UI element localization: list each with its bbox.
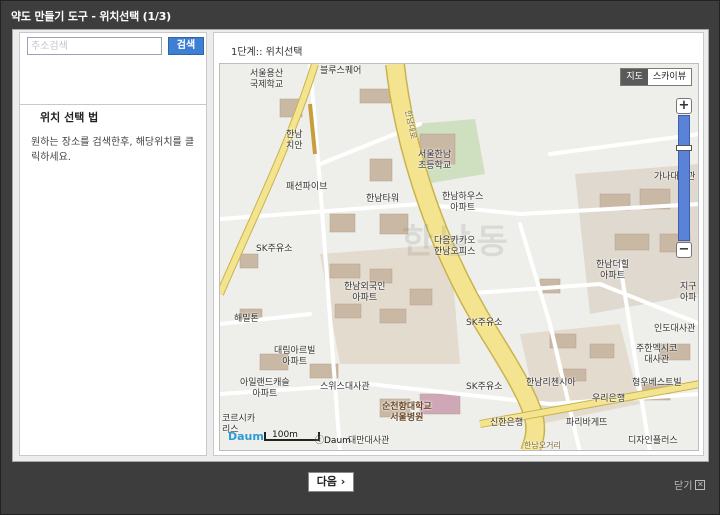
step-title: 1단계:: 위치선택 xyxy=(231,47,303,58)
map-label-mexico: 주한멕시코 대사관 xyxy=(636,344,678,365)
map-label-sk-low: SK주유소 xyxy=(466,382,503,392)
map-label-haeiltong: 해밀톤 xyxy=(234,314,259,324)
map-scale-label: 100m xyxy=(272,430,298,440)
map-label-hannam-house: 한남하우스 아파트 xyxy=(442,192,484,213)
window-title: 약도 만들기 도구 - 위치선택 (1/3) xyxy=(11,10,172,23)
right-panel: 1단계:: 위치선택 한남동 서울용산 국제학교 블루스퀘어 한남 치안 서울한… xyxy=(213,32,704,456)
map-label-island: 아일랜드캐슬 아파트 xyxy=(240,378,290,399)
map-label-sk-mid: SK주유소 xyxy=(466,318,503,328)
map-label-hannam-foreign: 한남외국인 아파트 xyxy=(344,282,386,303)
search-result-area xyxy=(20,61,206,105)
map-label-design-plus: 디자인플러스 xyxy=(628,436,678,446)
close-button[interactable]: 닫기 ✕ xyxy=(674,477,706,492)
map-label-hannam-tower: 한남타워 xyxy=(366,194,400,204)
left-panel: 검색 위치 선택 법 원하는 장소를 검색한후, 해당위치를 클릭하세요. xyxy=(19,32,207,456)
map-type-toggle: 지도 스카이뷰 xyxy=(620,68,692,86)
zoom-slider-track[interactable] xyxy=(678,115,690,241)
map-label-jigu: 지구 아파 xyxy=(680,282,697,303)
map-label-hannam-theville: 한남더힐 아파트 xyxy=(596,260,630,281)
map-label-daum-kakao: 다음카카오 한남오피스 xyxy=(434,236,476,257)
close-icon: ✕ xyxy=(695,479,706,490)
map-label-hyundai: 형우베스트빌 xyxy=(632,378,682,388)
close-label: 닫기 xyxy=(674,481,693,492)
map-label-daelim: 대림아르빌 아파트 xyxy=(274,346,316,367)
map-label-shinhan: 신한은행 xyxy=(490,418,524,428)
map-label-hannam-chian: 한남 치안 xyxy=(286,130,303,151)
map-type-map-button[interactable]: 지도 xyxy=(621,69,648,85)
map-label-yongsan-school: 서울용산 국제학교 xyxy=(250,69,284,90)
daum-logo: Daum xyxy=(228,430,264,443)
map-label-soonchunhyang: 순천향대학교 서울병원 xyxy=(382,402,432,423)
map-label-uri: 우리은행 xyxy=(592,394,626,404)
guide-text: 원하는 장소를 검색한후, 해당위치를 클릭하세요. xyxy=(31,137,195,163)
map-label-hannam-elementary: 서울한남 초등학교 xyxy=(418,150,452,171)
popup-window: 약도 만들기 도구 - 위치선택 (1/3) 검색 위치 선택 법 원하는 장소… xyxy=(0,0,720,515)
zoom-slider-thumb[interactable] xyxy=(676,145,692,151)
map-label-patisserie: 패션파이브 xyxy=(286,182,328,192)
map-type-skyview-button[interactable]: 스카이뷰 xyxy=(647,69,691,85)
zoom-control: + − xyxy=(676,98,692,258)
map-label-paris: 파리바게뜨 xyxy=(566,418,608,428)
address-search-input[interactable] xyxy=(27,37,162,55)
map-label-swiss: 스위스대사관 xyxy=(320,382,370,392)
map-label-hannam-richensia: 한남리첸시아 xyxy=(526,378,576,388)
content-area: 검색 위치 선택 법 원하는 장소를 검색한후, 해당위치를 클릭하세요. 1단… xyxy=(12,29,709,462)
map-label-india: 인도대사관 xyxy=(654,324,696,334)
map-label-embassy: 대만대사관 xyxy=(348,436,390,446)
zoom-in-button[interactable]: + xyxy=(676,98,692,114)
map-copyright: ⓒDaum xyxy=(315,436,351,446)
zoom-out-button[interactable]: − xyxy=(676,242,692,258)
search-button[interactable]: 검색 xyxy=(168,37,204,55)
map-label-sk-left: SK주유소 xyxy=(256,244,293,254)
map-label-hannam-ogeori: 한남오거리 xyxy=(524,441,561,450)
map-label-bluesquare: 블루스퀘어 xyxy=(320,66,362,76)
guide-title: 위치 선택 법 xyxy=(40,111,99,124)
map-view[interactable]: 한남동 서울용산 국제학교 블루스퀘어 한남 치안 서울한남 초등학교 한남대로 패션… xyxy=(219,63,699,451)
next-button[interactable]: 다음 › xyxy=(308,472,354,492)
